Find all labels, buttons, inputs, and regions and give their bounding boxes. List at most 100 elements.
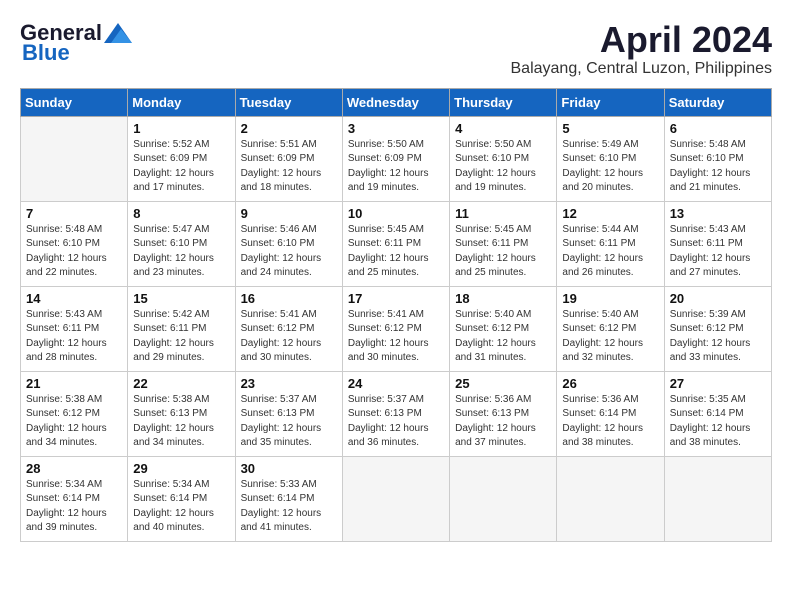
day-info: Sunrise: 5:36 AMSunset: 6:14 PMDaylight:… [562, 393, 658, 451]
day-info: Sunrise: 5:38 AMSunset: 6:13 PMDaylight:… [133, 393, 229, 451]
calendar-week-3: 14 Sunrise: 5:43 AMSunset: 6:11 PMDayligh… [21, 286, 772, 371]
day-number: 20 [670, 291, 766, 306]
day-info: Sunrise: 5:51 AMSunset: 6:09 PMDaylight:… [241, 138, 337, 196]
calendar-cell: 3Sunrise: 5:50 AMSunset: 6:09 PMDaylight… [342, 116, 449, 201]
calendar-cell: 4Sunrise: 5:50 AMSunset: 6:10 PMDaylight… [450, 116, 557, 201]
title-area: April 2024 Balayang, Central Luzon, Phil… [511, 20, 773, 78]
day-info: Sunrise: 5:48 AMSunset: 6:10 PMDaylight:… [670, 138, 766, 196]
calendar-cell: 25 Sunrise: 5:36 AMSunset: 6:13 PMDayligh… [450, 371, 557, 456]
day-info: Sunrise: 5:46 AMSunset: 6:10 PMDaylight:… [241, 223, 337, 281]
calendar-cell: 12 Sunrise: 5:44 AMSunset: 6:11 PMDayligh… [557, 201, 664, 286]
day-number: 24 [348, 376, 444, 391]
calendar-cell: 10 Sunrise: 5:45 AMSunset: 6:11 PMDayligh… [342, 201, 449, 286]
day-info: Sunrise: 5:52 AMSunset: 6:09 PMDaylight:… [133, 138, 229, 196]
calendar-week-2: 7 Sunrise: 5:48 AMSunset: 6:10 PMDaylight… [21, 201, 772, 286]
weekday-header-wednesday: Wednesday [342, 88, 449, 116]
calendar-week-5: 28 Sunrise: 5:34 AMSunset: 6:14 PMDayligh… [21, 456, 772, 541]
calendar-cell: 29 Sunrise: 5:34 AMSunset: 6:14 PMDayligh… [128, 456, 235, 541]
day-info: Sunrise: 5:33 AMSunset: 6:14 PMDaylight:… [241, 478, 337, 536]
calendar-table: SundayMondayTuesdayWednesdayThursdayFrid… [20, 88, 772, 542]
day-number: 29 [133, 461, 229, 476]
calendar-cell: 28 Sunrise: 5:34 AMSunset: 6:14 PMDayligh… [21, 456, 128, 541]
day-info: Sunrise: 5:40 AMSunset: 6:12 PMDaylight:… [455, 308, 551, 366]
day-info: Sunrise: 5:35 AMSunset: 6:14 PMDaylight:… [670, 393, 766, 451]
day-info: Sunrise: 5:44 AMSunset: 6:11 PMDaylight:… [562, 223, 658, 281]
day-number: 26 [562, 376, 658, 391]
day-number: 8 [133, 206, 229, 221]
day-number: 17 [348, 291, 444, 306]
calendar-cell: 17 Sunrise: 5:41 AMSunset: 6:12 PMDayligh… [342, 286, 449, 371]
day-number: 15 [133, 291, 229, 306]
calendar-cell: 18 Sunrise: 5:40 AMSunset: 6:12 PMDayligh… [450, 286, 557, 371]
day-info: Sunrise: 5:37 AMSunset: 6:13 PMDaylight:… [241, 393, 337, 451]
day-number: 19 [562, 291, 658, 306]
calendar-cell: 14 Sunrise: 5:43 AMSunset: 6:11 PMDayligh… [21, 286, 128, 371]
day-number: 3 [348, 121, 444, 136]
day-info: Sunrise: 5:39 AMSunset: 6:12 PMDaylight:… [670, 308, 766, 366]
day-info: Sunrise: 5:41 AMSunset: 6:12 PMDaylight:… [241, 308, 337, 366]
calendar-cell: 8 Sunrise: 5:47 AMSunset: 6:10 PMDaylight… [128, 201, 235, 286]
calendar-cell: 26 Sunrise: 5:36 AMSunset: 6:14 PMDayligh… [557, 371, 664, 456]
day-number: 9 [241, 206, 337, 221]
calendar-cell: 9 Sunrise: 5:46 AMSunset: 6:10 PMDaylight… [235, 201, 342, 286]
day-info: Sunrise: 5:42 AMSunset: 6:11 PMDaylight:… [133, 308, 229, 366]
day-number: 22 [133, 376, 229, 391]
weekday-header-friday: Friday [557, 88, 664, 116]
day-info: Sunrise: 5:45 AMSunset: 6:11 PMDaylight:… [348, 223, 444, 281]
calendar-cell [450, 456, 557, 541]
calendar-cell [557, 456, 664, 541]
calendar-cell: 22 Sunrise: 5:38 AMSunset: 6:13 PMDayligh… [128, 371, 235, 456]
day-number: 7 [26, 206, 122, 221]
calendar-cell: 23Sunrise: 5:37 AMSunset: 6:13 PMDayligh… [235, 371, 342, 456]
calendar-cell: 19Sunrise: 5:40 AMSunset: 6:12 PMDayligh… [557, 286, 664, 371]
weekday-header-tuesday: Tuesday [235, 88, 342, 116]
day-number: 18 [455, 291, 551, 306]
day-info: Sunrise: 5:43 AMSunset: 6:11 PMDaylight:… [670, 223, 766, 281]
day-number: 13 [670, 206, 766, 221]
day-info: Sunrise: 5:47 AMSunset: 6:10 PMDaylight:… [133, 223, 229, 281]
day-number: 11 [455, 206, 551, 221]
calendar-cell: 13 Sunrise: 5:43 AMSunset: 6:11 PMDayligh… [664, 201, 771, 286]
logo-blue: Blue [22, 40, 70, 66]
day-number: 28 [26, 461, 122, 476]
day-info: Sunrise: 5:41 AMSunset: 6:12 PMDaylight:… [348, 308, 444, 366]
calendar-cell [342, 456, 449, 541]
calendar-cell: 5 Sunrise: 5:49 AMSunset: 6:10 PMDaylight… [557, 116, 664, 201]
day-number: 25 [455, 376, 551, 391]
day-number: 6 [670, 121, 766, 136]
day-info: Sunrise: 5:48 AMSunset: 6:10 PMDaylight:… [26, 223, 122, 281]
day-number: 1 [133, 121, 229, 136]
day-info: Sunrise: 5:49 AMSunset: 6:10 PMDaylight:… [562, 138, 658, 196]
month-title: April 2024 [511, 20, 773, 60]
calendar-cell: 15 Sunrise: 5:42 AMSunset: 6:11 PMDayligh… [128, 286, 235, 371]
day-number: 30 [241, 461, 337, 476]
day-info: Sunrise: 5:34 AMSunset: 6:14 PMDaylight:… [26, 478, 122, 536]
day-number: 2 [241, 121, 337, 136]
calendar-cell: 1 Sunrise: 5:52 AMSunset: 6:09 PMDaylight… [128, 116, 235, 201]
calendar-cell: 16 Sunrise: 5:41 AMSunset: 6:12 PMDayligh… [235, 286, 342, 371]
day-info: Sunrise: 5:38 AMSunset: 6:12 PMDaylight:… [26, 393, 122, 451]
calendar-cell: 27Sunrise: 5:35 AMSunset: 6:14 PMDayligh… [664, 371, 771, 456]
weekday-header-thursday: Thursday [450, 88, 557, 116]
weekday-header-saturday: Saturday [664, 88, 771, 116]
logo: General Blue [20, 20, 132, 66]
calendar-cell: 7 Sunrise: 5:48 AMSunset: 6:10 PMDaylight… [21, 201, 128, 286]
calendar-cell [664, 456, 771, 541]
day-number: 12 [562, 206, 658, 221]
day-number: 14 [26, 291, 122, 306]
day-number: 16 [241, 291, 337, 306]
calendar-cell: 11 Sunrise: 5:45 AMSunset: 6:11 PMDayligh… [450, 201, 557, 286]
day-info: Sunrise: 5:36 AMSunset: 6:13 PMDaylight:… [455, 393, 551, 451]
calendar-cell: 30 Sunrise: 5:33 AMSunset: 6:14 PMDayligh… [235, 456, 342, 541]
calendar-cell: 24Sunrise: 5:37 AMSunset: 6:13 PMDayligh… [342, 371, 449, 456]
day-info: Sunrise: 5:43 AMSunset: 6:11 PMDaylight:… [26, 308, 122, 366]
logo-icon [104, 23, 132, 43]
day-number: 5 [562, 121, 658, 136]
day-info: Sunrise: 5:45 AMSunset: 6:11 PMDaylight:… [455, 223, 551, 281]
day-number: 4 [455, 121, 551, 136]
day-info: Sunrise: 5:34 AMSunset: 6:14 PMDaylight:… [133, 478, 229, 536]
day-number: 10 [348, 206, 444, 221]
calendar-week-4: 21Sunrise: 5:38 AMSunset: 6:12 PMDayligh… [21, 371, 772, 456]
weekday-header-sunday: Sunday [21, 88, 128, 116]
page-header: General Blue April 2024 Balayang, Centra… [20, 20, 772, 78]
